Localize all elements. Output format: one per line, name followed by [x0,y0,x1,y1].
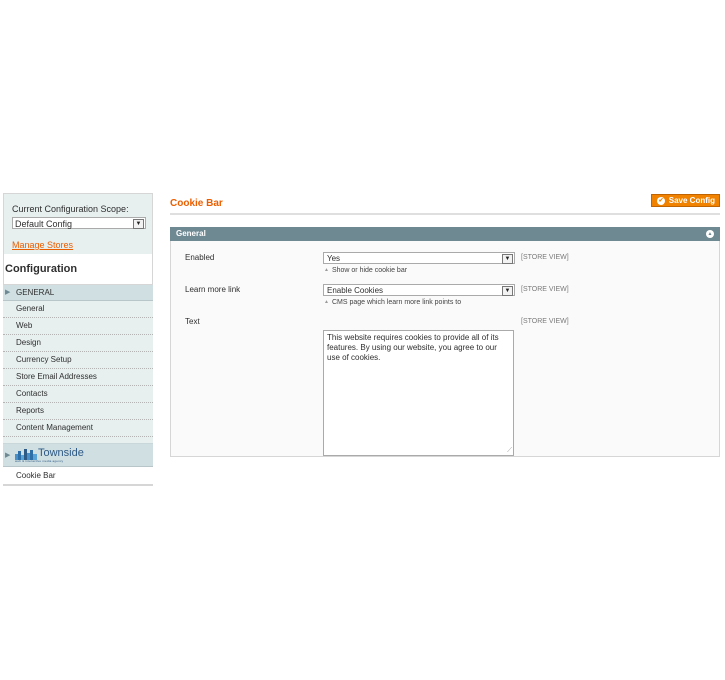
nav-item-cookie-bar[interactable]: Cookie Bar [3,467,153,486]
text-textarea[interactable]: This website requires cookies to provide… [323,330,514,456]
townside-logo: Townside web & interactive media agency [15,447,95,463]
triangle-up-icon: ▲ [324,267,329,273]
configuration-heading: Configuration [3,254,153,285]
nav-item-general[interactable]: General [3,301,153,318]
nav-item-reports[interactable]: Reports [3,403,153,420]
title-divider [170,213,720,215]
nav-item-web[interactable]: Web [3,318,153,335]
chevron-down-icon: ▼ [502,254,513,264]
scope-select-value: Default Config [15,219,73,229]
fieldset-header[interactable]: General ▲ [170,227,720,241]
text-label: Text [185,317,200,326]
resize-handle-icon[interactable]: ⟋ [507,447,512,454]
scope-switcher: Current Configuration Scope: Default Con… [3,193,153,254]
learn-more-note-text: CMS page which learn more link points to [331,299,462,306]
enabled-select[interactable]: Yes ▼ [323,252,515,264]
arrow-right-icon: ▶ [5,452,11,459]
learn-more-note: ▲ CMS page which learn more link points t… [324,299,461,306]
nav-item-currency-setup[interactable]: Currency Setup [3,352,153,369]
nav-group-general[interactable]: ▶ GENERAL [3,285,153,301]
fieldset-general: General ▲ Enabled Yes ▼ ▲ Show or hide co… [170,227,720,457]
enabled-scope: [STORE VIEW] [521,254,569,261]
nav-group-townside[interactable]: ▶ Townside web & interactive media agenc… [3,444,153,467]
text-scope: [STORE VIEW] [521,318,569,325]
arrow-right-icon: ▶ [5,289,11,296]
scope-select[interactable]: Default Config ▼ [12,217,146,229]
townside-logo-text: Townside [38,447,84,459]
nav-item-content-management[interactable]: Content Management [3,420,153,437]
nav-spacer [3,437,153,444]
triangle-up-icon: ▲ [324,299,329,305]
manage-stores-link[interactable]: Manage Stores [12,240,152,250]
text-textarea-value: This website requires cookies to provide… [327,333,499,362]
chevron-up-icon[interactable]: ▲ [706,230,714,238]
save-config-label: Save Config [668,196,715,205]
enabled-note-text: Show or hide cookie bar [331,267,408,274]
save-config-button[interactable]: ✔ Save Config [651,194,720,207]
enabled-label: Enabled [185,253,215,262]
nav-group-label: GENERAL [16,288,55,297]
scope-label: Current Configuration Scope: [12,204,129,214]
page-title: Cookie Bar [170,198,223,209]
fieldset-title: General [176,229,206,238]
townside-logo-tagline: web & interactive media agency [15,459,64,463]
learn-more-scope: [STORE VIEW] [521,286,569,293]
check-icon: ✔ [657,197,665,205]
enabled-note: ▲ Show or hide cookie bar [324,267,407,274]
learn-more-select-value: Enable Cookies [327,286,384,295]
learn-more-label: Learn more link [185,285,241,294]
learn-more-select[interactable]: Enable Cookies ▼ [323,284,515,296]
fieldset-body: Enabled Yes ▼ ▲ Show or hide cookie bar [… [170,241,720,457]
nav-item-contacts[interactable]: Contacts [3,386,153,403]
chevron-down-icon: ▼ [133,219,144,229]
chevron-down-icon: ▼ [502,286,513,296]
sidebar: Current Configuration Scope: Default Con… [3,193,153,486]
nav-item-design[interactable]: Design [3,335,153,352]
nav-item-store-email-addresses[interactable]: Store Email Addresses [3,369,153,386]
enabled-select-value: Yes [327,254,341,263]
